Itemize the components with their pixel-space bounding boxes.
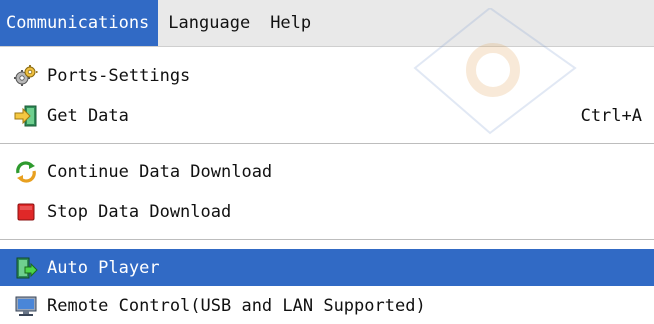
menu-item-label: Get Data [47,105,129,126]
menu-bar: Communications Language Help [0,0,654,47]
menu-item-label: Remote Control(USB and LAN Supported) [47,295,426,316]
menu-item-label: Auto Player [47,257,160,278]
shortcut-label: Ctrl+A [580,105,642,126]
menu-item-stop-download[interactable]: Stop Data Download [0,193,654,230]
menu-item-remote-control[interactable]: Remote Control(USB and LAN Supported) [0,287,654,324]
menu-communications[interactable]: Communications [0,0,159,46]
menu-item-label: Ports-Settings [47,65,191,86]
menu-help[interactable]: Help [260,0,321,46]
gears-icon [14,64,38,88]
communications-dropdown: Ports-Settings Get Data Ctrl+A Continue … [0,47,654,324]
menu-item-continue-download[interactable]: Continue Data Download [0,153,654,190]
menu-separator [0,143,654,145]
stop-icon [14,200,38,224]
menu-item-label: Continue Data Download [47,161,273,182]
menu-item-auto-player[interactable]: Auto Player [0,249,654,286]
menu-language[interactable]: Language [158,0,260,46]
menu-item-ports-settings[interactable]: Ports-Settings [0,57,654,94]
menu-item-get-data[interactable]: Get Data Ctrl+A [0,97,654,134]
menu-item-label: Stop Data Download [47,201,232,222]
auto-player-icon [14,256,38,280]
import-arrow-icon [14,104,38,128]
menu-separator [0,239,654,241]
refresh-icon [14,160,38,184]
monitor-icon [14,294,38,318]
